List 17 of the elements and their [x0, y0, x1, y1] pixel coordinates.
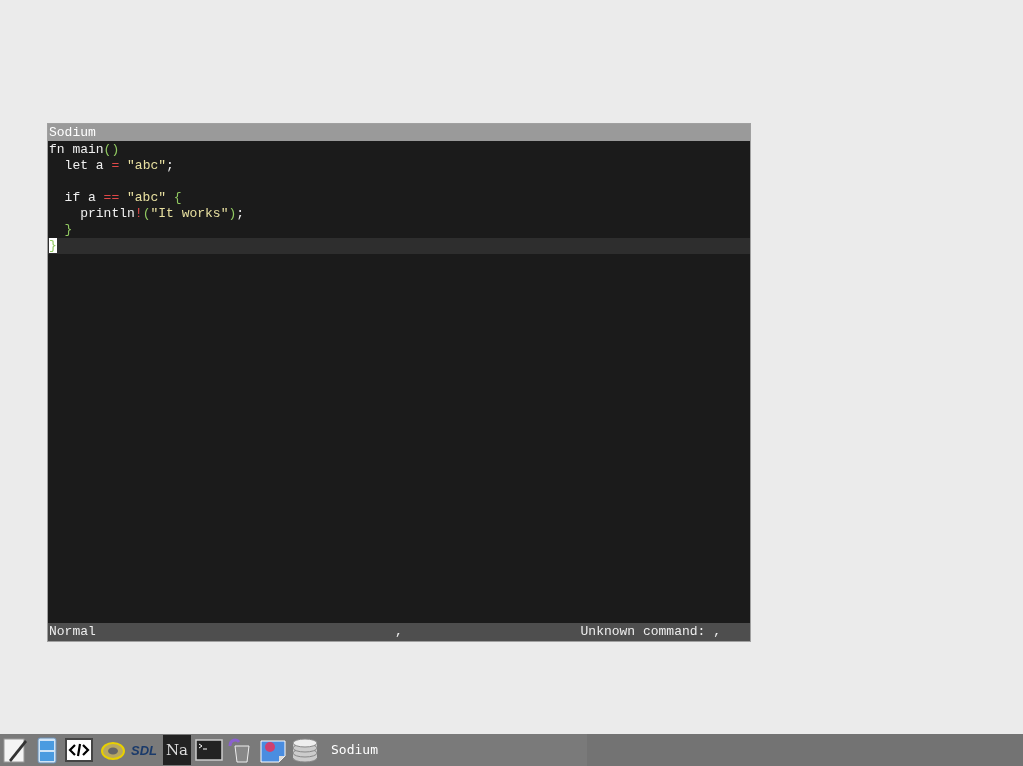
database-icon[interactable]: [291, 736, 319, 764]
code-line: if a == "abc" {: [63, 190, 182, 205]
status-text: ,: [395, 623, 403, 641]
code-cursor: }: [49, 238, 57, 253]
code-line: println!("It works");: [79, 206, 245, 221]
code-line: }: [63, 222, 73, 237]
taskbar-task[interactable]: Sodium: [331, 740, 378, 760]
code-icon[interactable]: [65, 736, 93, 764]
status-message: Unknown command: ,: [580, 623, 722, 641]
code-line: fn main(): [49, 142, 120, 157]
code-line: let a = "abc";: [63, 158, 174, 173]
window-title: Sodium: [48, 124, 750, 141]
terminal-icon[interactable]: [195, 736, 223, 764]
sodium-launcher[interactable]: Na: [163, 735, 191, 765]
pencil-icon[interactable]: [1, 736, 29, 764]
mode-indicator: Normal: [49, 623, 96, 641]
sdl-logo[interactable]: SDL: [129, 743, 159, 757]
